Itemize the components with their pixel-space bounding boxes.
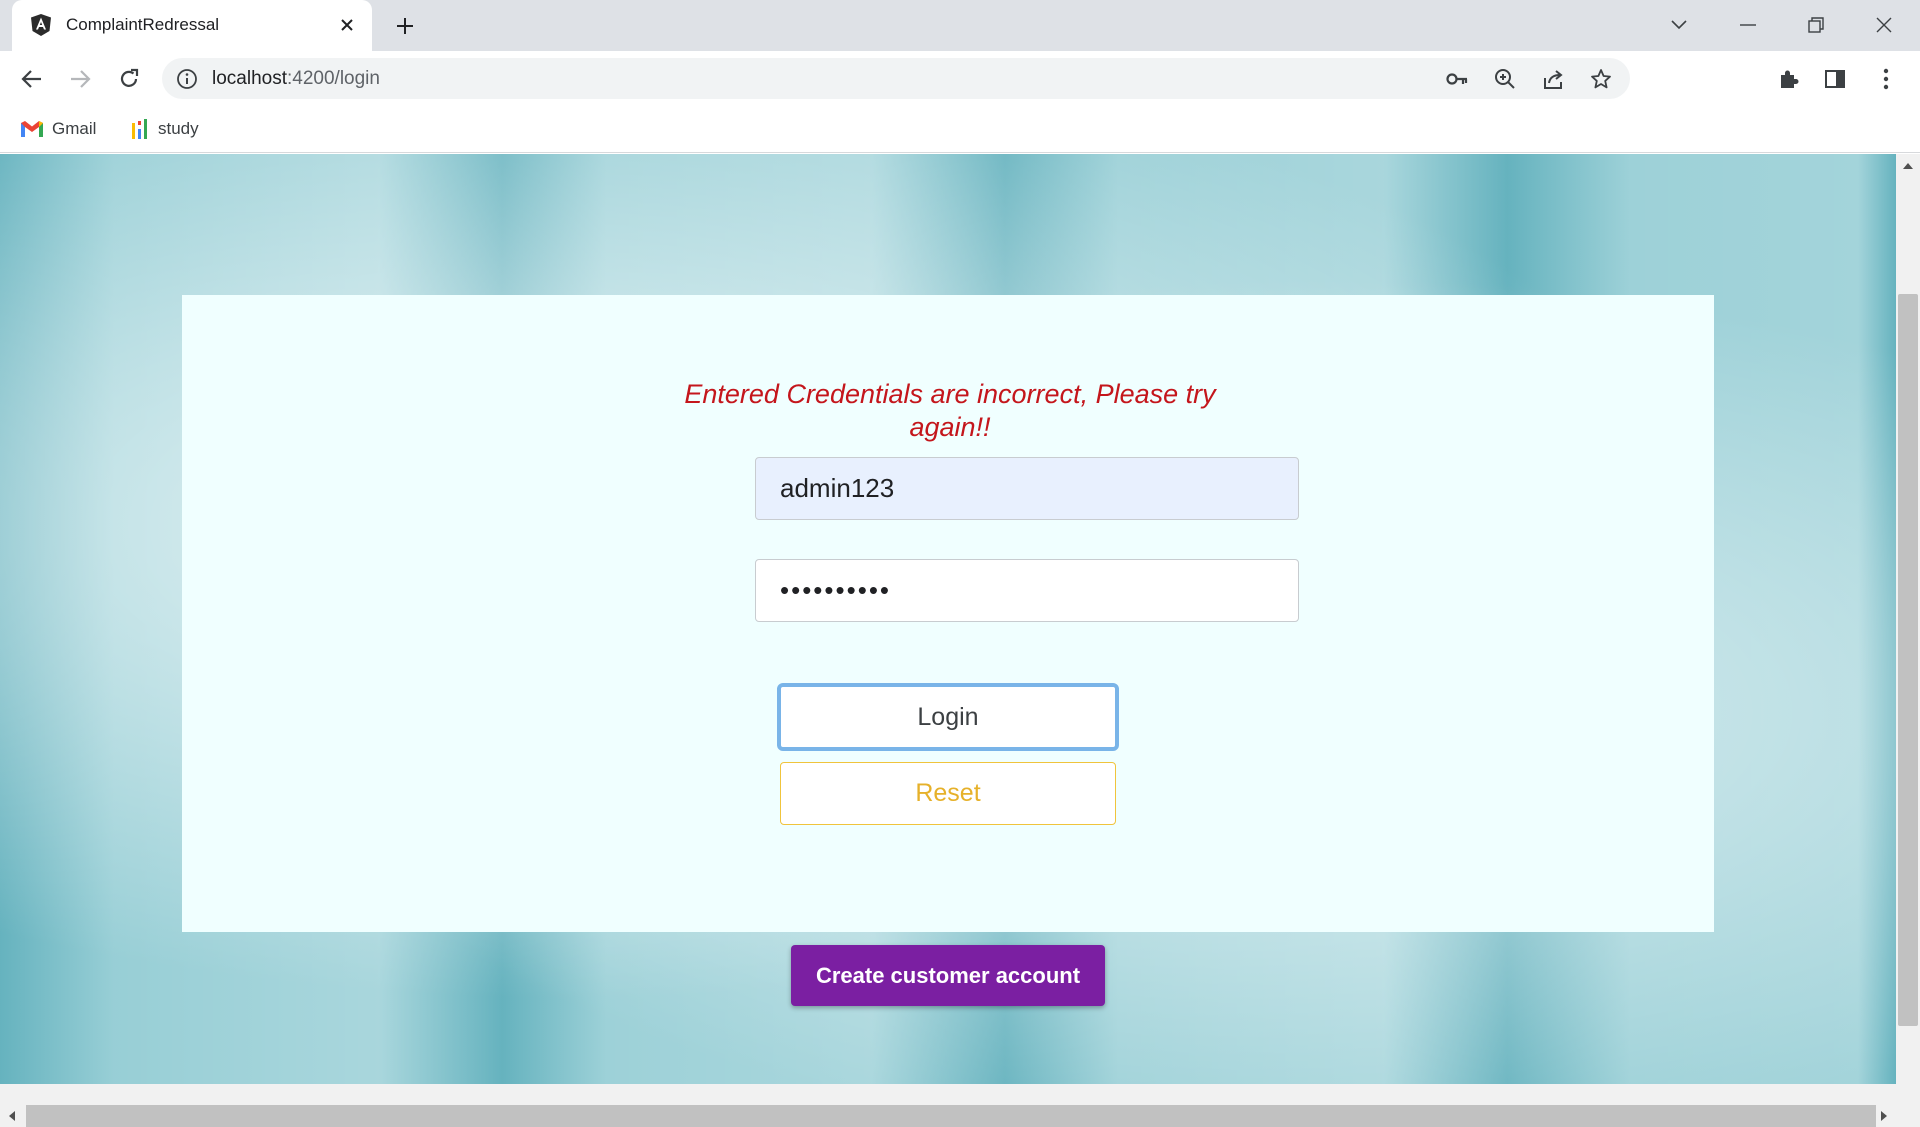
extensions-icon[interactable] [1771,62,1805,96]
create-account-button[interactable]: Create customer account [791,945,1105,1006]
key-icon[interactable] [1444,66,1470,92]
url-text[interactable]: localhost:4200/login [212,68,380,90]
gmail-icon [21,121,43,137]
page-viewport: Entered Credentials are incorrect, Pleas… [0,154,1896,1084]
vertical-scroll-thumb[interactable] [1898,294,1918,1026]
bookmark-gmail[interactable]: Gmail [20,115,96,143]
password-input[interactable] [755,559,1299,622]
close-tab-icon[interactable] [336,14,358,36]
url-path: :4200/login [287,68,380,89]
menu-icon[interactable] [1869,62,1903,96]
reload-icon[interactable] [112,62,146,96]
address-bar[interactable]: localhost:4200/login [162,58,1630,99]
zoom-icon[interactable] [1492,66,1518,92]
side-panel-icon[interactable] [1818,62,1852,96]
reset-button[interactable]: Reset [780,762,1116,825]
scroll-up-icon[interactable] [1902,160,1914,170]
scroll-right-icon[interactable] [1880,1110,1890,1122]
restore-icon[interactable] [1801,10,1831,40]
tab-search-icon[interactable] [1664,10,1694,40]
minimize-icon[interactable] [1733,10,1763,40]
back-icon[interactable] [15,62,49,96]
scroll-left-icon[interactable] [6,1110,16,1122]
bookmark-study[interactable]: study [130,115,199,143]
share-icon[interactable] [1540,66,1566,92]
browser-toolbar: localhost:4200/login [0,51,1920,106]
bookmark-star-icon[interactable] [1588,66,1614,92]
horizontal-scroll-thumb[interactable] [26,1105,1876,1127]
forward-icon[interactable] [63,62,97,96]
angular-icon [31,14,51,36]
browser-tab[interactable]: ComplaintRedressal [12,0,372,51]
new-tab-button[interactable] [392,13,418,39]
bookmark-label: study [158,119,199,138]
bars-icon [132,119,147,139]
tab-title: ComplaintRedressal [66,15,220,34]
login-button[interactable]: Login [777,683,1119,751]
username-input[interactable] [755,457,1299,520]
tab-strip: ComplaintRedressal [0,0,1920,51]
bookmarks-bar: Gmail study [0,106,1920,153]
close-window-icon[interactable] [1869,10,1899,40]
url-host: localhost [212,68,287,89]
error-message: Entered Credentials are incorrect, Pleas… [684,379,1216,442]
site-info-icon[interactable] [176,68,198,90]
bookmark-label: Gmail [52,119,97,138]
